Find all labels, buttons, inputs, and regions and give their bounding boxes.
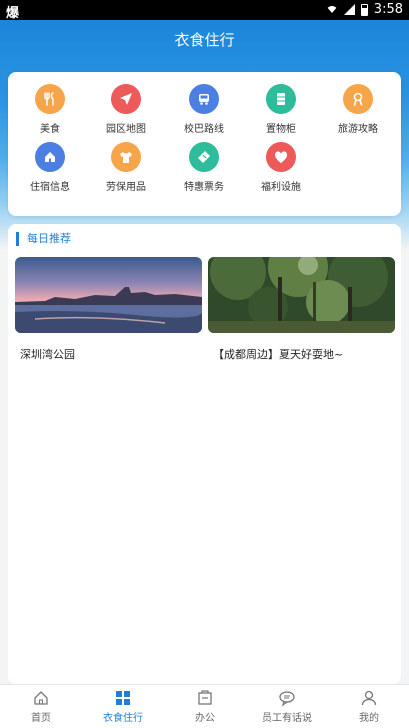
status-time: 3:58 — [373, 2, 403, 17]
tab-food-housing-travel[interactable]: 衣食住行 — [82, 685, 164, 728]
home-tab-icon — [34, 691, 48, 705]
locker-icon — [266, 84, 296, 114]
grid-item-locker[interactable]: 置物柜 — [243, 84, 319, 135]
profile-tab-icon — [361, 690, 377, 706]
recommend-caption-0[interactable]: 深圳湾公园 — [20, 346, 75, 362]
bus-icon — [189, 84, 219, 114]
cell-signal-icon — [343, 4, 355, 15]
wifi-icon — [325, 6, 338, 13]
ticket-icon — [189, 142, 219, 172]
grid-item-park-map[interactable]: 园区地图 — [88, 84, 164, 135]
office-tab-icon — [198, 690, 212, 705]
service-grid: 美食 园区地图 校巴路线 置物柜 旅游攻略 住宿信息 劳保用品 特惠票务 福利设… — [8, 72, 401, 216]
shirt-icon — [111, 142, 141, 172]
grid-item-labor-supplies[interactable]: 劳保用品 — [88, 142, 164, 193]
bottom-tab-bar: 首页 衣食住行 办公 员工有话说 我的 — [0, 684, 409, 728]
tab-office[interactable]: 办公 — [164, 685, 246, 728]
home-icon — [35, 142, 65, 172]
tab-home[interactable]: 首页 — [0, 685, 82, 728]
grid-item-accommodation[interactable]: 住宿信息 — [12, 142, 88, 193]
grid-tab-icon — [116, 691, 130, 705]
status-bar: 爆 3:58 — [0, 0, 409, 21]
travel-guide-icon — [343, 84, 373, 114]
section-title: 每日推荐 — [16, 232, 71, 246]
tab-employee-voice[interactable]: 员工有话说 — [246, 685, 328, 728]
page-title: 衣食住行 — [174, 31, 235, 49]
recommend-image-chengdu-forest[interactable] — [208, 257, 395, 333]
grid-item-welfare-facilities[interactable]: 福利设施 — [243, 142, 319, 193]
heart-icon — [266, 142, 296, 172]
recommend-image-shenzhen-bay[interactable] — [15, 257, 202, 333]
grid-item-discount-tickets[interactable]: 特惠票务 — [166, 142, 242, 193]
tab-profile[interactable]: 我的 — [328, 685, 409, 728]
grid-item-bus-route[interactable]: 校巴路线 — [166, 84, 242, 135]
food-icon — [35, 84, 65, 114]
chat-tab-icon — [279, 691, 295, 707]
map-navigation-icon — [111, 84, 141, 114]
grid-item-food[interactable]: 美食 — [12, 84, 88, 135]
recommend-caption-1[interactable]: 【成都周边】夏天好耍地~ — [213, 346, 343, 362]
battery-icon — [360, 3, 368, 16]
grid-item-travel-guide[interactable]: 旅游攻略 — [320, 84, 396, 135]
status-left-text: 爆 — [6, 6, 20, 21]
daily-recommend-card: 每日推荐 深圳湾公园 【成都周边】夏天好耍地~ — [8, 224, 401, 684]
